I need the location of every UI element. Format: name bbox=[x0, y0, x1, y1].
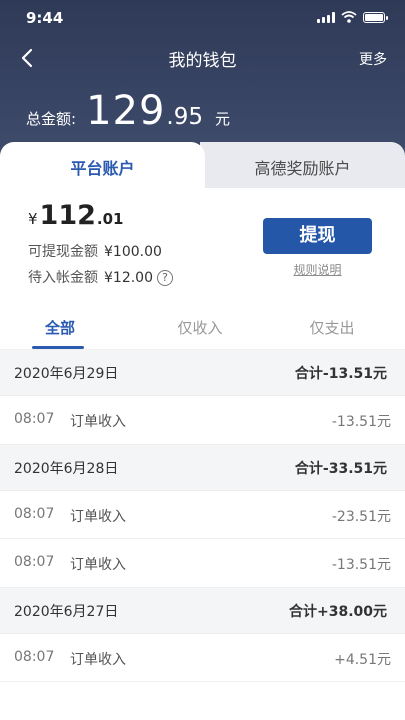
transaction-amount: +4.51元 bbox=[334, 651, 391, 668]
transaction-amount: -13.51元 bbox=[331, 557, 391, 573]
day-total: 合计-13.51元 bbox=[294, 366, 387, 382]
transaction-title: 订单收入 bbox=[70, 651, 126, 668]
filter-expense[interactable]: 仅支出 bbox=[272, 317, 392, 338]
pending-row: 待入帐金额 ¥12.00? bbox=[28, 267, 173, 287]
account-card: ¥ 112 .01 可提现金额 ¥100.00 待入帐金额 ¥12.00? 提现 规… bbox=[0, 188, 405, 298]
withdrawable-row: 可提现金额 ¥100.00 bbox=[28, 241, 162, 261]
day-date: 2020年6月27日 bbox=[14, 603, 119, 620]
day-date: 2020年6月28日 bbox=[14, 460, 119, 477]
filter-income[interactable]: 仅收入 bbox=[140, 317, 260, 338]
tab-reward-account-label: 高德奖励账户 bbox=[254, 159, 351, 178]
withdrawable-label: 可提现金额 bbox=[28, 244, 98, 260]
help-icon[interactable]: ? bbox=[157, 270, 173, 286]
status-bar: 9:44 bbox=[0, 0, 405, 36]
transaction-row[interactable]: 08:07 订单收入 +4.51元 bbox=[0, 633, 405, 682]
filter-tabs: 全部 仅收入 仅支出 bbox=[0, 306, 405, 350]
day-header: 2020年6月29日 合计-13.51元 bbox=[0, 350, 405, 396]
wifi-icon bbox=[341, 11, 357, 23]
balance-amount: ¥ 112 .01 bbox=[28, 200, 124, 231]
transaction-list: 2020年6月29日 合计-13.51元 08:07 订单收入 -13.51元 … bbox=[0, 350, 405, 682]
transaction-title: 订单收入 bbox=[70, 557, 126, 573]
pending-label: 待入帐金额 bbox=[28, 270, 98, 286]
day-header: 2020年6月27日 合计+38.00元 bbox=[0, 587, 405, 634]
account-tabs: 高德奖励账户 平台账户 bbox=[0, 142, 405, 192]
total-label: 总金额: bbox=[26, 110, 77, 128]
withdraw-button[interactable]: 提现 bbox=[263, 218, 372, 254]
more-button[interactable]: 更多 bbox=[359, 49, 387, 69]
transaction-amount: -23.51元 bbox=[331, 508, 391, 525]
day-header: 2020年6月28日 合计-33.51元 bbox=[0, 444, 405, 491]
total-unit: 元 bbox=[215, 110, 231, 128]
balance-integer: 112 bbox=[39, 200, 96, 231]
transaction-title: 订单收入 bbox=[70, 414, 126, 430]
signal-icon bbox=[317, 11, 335, 23]
transaction-title: 订单收入 bbox=[70, 508, 126, 525]
filter-active-indicator bbox=[32, 346, 84, 349]
transaction-row[interactable]: 08:07 订单收入 -23.51元 bbox=[0, 490, 405, 539]
transaction-row[interactable]: 08:07 订单收入 -13.51元 bbox=[0, 539, 405, 588]
tab-platform-account-label: 平台账户 bbox=[70, 159, 135, 178]
transaction-time: 08:07 bbox=[14, 648, 55, 665]
page-title: 我的钱包 bbox=[168, 51, 237, 71]
balance-decimal: .01 bbox=[96, 210, 124, 228]
pending-amount: ¥12.00 bbox=[104, 270, 153, 286]
withdrawable-amount: ¥100.00 bbox=[104, 244, 162, 260]
nav-bar: 我的钱包 更多 bbox=[0, 36, 405, 80]
total-amount: 总金额: 129 .95 元 bbox=[26, 88, 230, 134]
day-total: 合计-33.51元 bbox=[294, 460, 387, 477]
transaction-time: 08:07 bbox=[14, 411, 55, 427]
total-decimal: .95 bbox=[166, 104, 203, 130]
day-total: 合计+38.00元 bbox=[288, 603, 387, 620]
tab-reward-account[interactable]: 高德奖励账户 bbox=[200, 142, 405, 188]
rules-link[interactable]: 规则说明 bbox=[263, 261, 372, 278]
status-icons bbox=[317, 11, 388, 23]
total-integer: 129 bbox=[86, 88, 166, 134]
transaction-time: 08:07 bbox=[14, 505, 55, 522]
transaction-time: 08:07 bbox=[14, 554, 55, 570]
balance-currency: ¥ bbox=[28, 210, 38, 228]
transaction-row[interactable]: 08:07 订单收入 -13.51元 bbox=[0, 396, 405, 445]
tab-platform-account[interactable]: 平台账户 bbox=[0, 142, 205, 192]
battery-icon bbox=[363, 11, 388, 23]
day-date: 2020年6月29日 bbox=[14, 366, 119, 382]
filter-all[interactable]: 全部 bbox=[0, 317, 120, 338]
status-time: 9:44 bbox=[26, 9, 64, 27]
transaction-amount: -13.51元 bbox=[331, 414, 391, 430]
